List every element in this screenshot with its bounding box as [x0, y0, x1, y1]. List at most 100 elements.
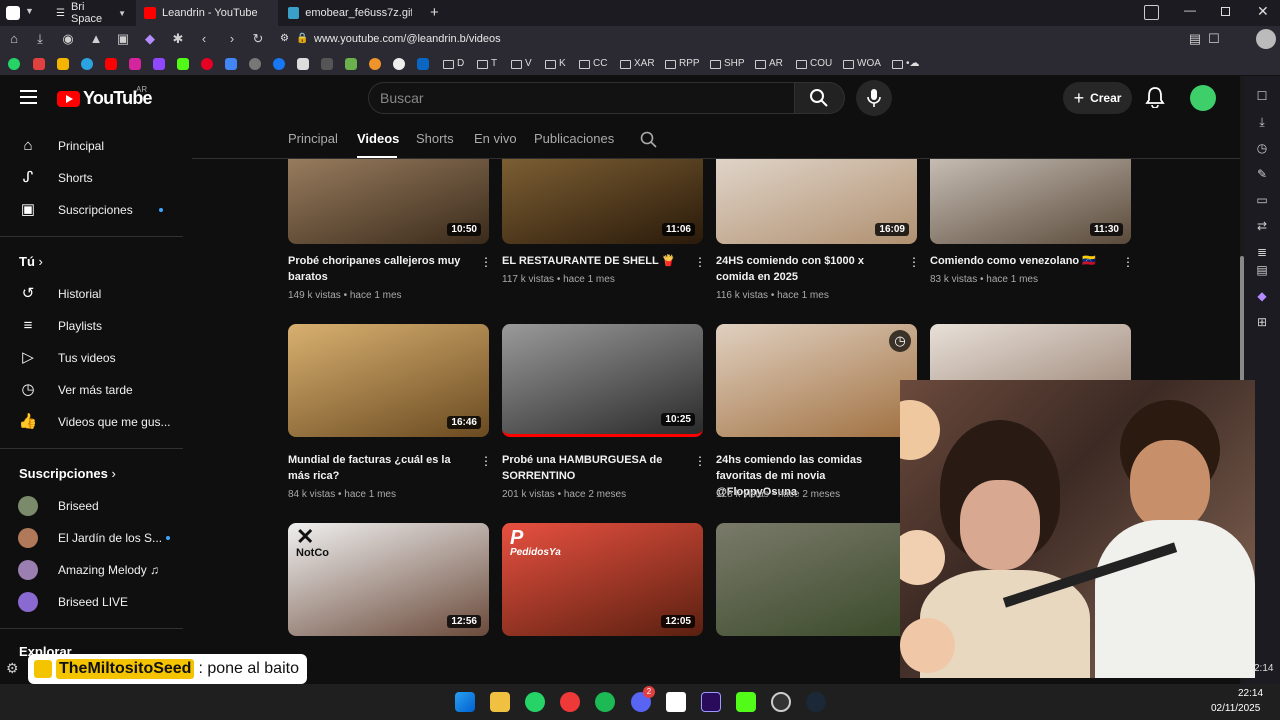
video-thumbnail[interactable]: 11:30: [930, 159, 1131, 244]
mail-panel-icon[interactable]: ▤: [1254, 262, 1270, 278]
tab-youtube[interactable]: Leandrin - YouTube: [136, 0, 278, 26]
steam-icon[interactable]: [806, 692, 826, 712]
obs-icon[interactable]: [771, 692, 791, 712]
more-options-icon[interactable]: ⋮: [908, 255, 920, 269]
bookmark-more[interactable]: •☁: [892, 56, 920, 72]
home-icon[interactable]: ⌂: [6, 31, 22, 47]
close-window-icon[interactable]: ✕: [1257, 3, 1269, 20]
extension-icon[interactable]: ▲: [88, 31, 104, 47]
vivaldi-icon[interactable]: [6, 6, 20, 20]
kick-icon[interactable]: [736, 692, 756, 712]
video-thumbnail[interactable]: ✕ NotCo 12:56: [288, 523, 489, 636]
windows-start-icon[interactable]: [455, 692, 475, 712]
tab-en-vivo[interactable]: En vivo: [474, 131, 517, 146]
premiere-icon[interactable]: [701, 692, 721, 712]
extension-icon[interactable]: ◉: [60, 31, 76, 47]
sidebar-item-principal[interactable]: ⌂ Principal: [18, 130, 178, 162]
tab-principal[interactable]: Principal: [288, 131, 338, 146]
watch-later-icon[interactable]: ◷: [889, 330, 911, 352]
new-tab-icon[interactable]: +: [430, 4, 439, 21]
search-button[interactable]: [795, 82, 845, 114]
bookmark-icon[interactable]: ☐: [1206, 31, 1222, 47]
bookmark-folder-ar[interactable]: AR: [755, 56, 783, 72]
history-panel-icon[interactable]: ◷: [1254, 140, 1270, 156]
facebook-bookmark[interactable]: [273, 56, 285, 72]
twitch-bookmark[interactable]: [153, 56, 165, 72]
kick-bookmark[interactable]: [177, 56, 189, 72]
translate-panel-icon[interactable]: ⇄: [1254, 218, 1270, 234]
whatsapp-icon[interactable]: [525, 692, 545, 712]
webpanel-icon[interactable]: ◆: [1254, 288, 1270, 304]
more-options-icon[interactable]: ⋮: [480, 454, 492, 468]
discord-icon[interactable]: 2: [631, 686, 655, 712]
bookmark-folder-k[interactable]: K: [545, 56, 566, 72]
bookmark-folder-xar[interactable]: XAR: [620, 56, 655, 72]
account-avatar[interactable]: [1190, 85, 1216, 111]
video-title[interactable]: EL RESTAURANTE DE SHELL 🍟: [502, 253, 682, 269]
reload-icon[interactable]: ↻: [250, 31, 266, 47]
bookmark-folder-t[interactable]: T: [477, 56, 497, 72]
notion-icon[interactable]: [666, 692, 686, 712]
whatsapp-bookmark[interactable]: [8, 56, 20, 72]
download-panel-icon[interactable]: ⤓: [1254, 114, 1270, 130]
file-explorer-icon[interactable]: [490, 692, 510, 712]
bookmark-item[interactable]: [345, 56, 357, 72]
video-thumbnail[interactable]: P PedidosYa 12:05: [502, 523, 703, 636]
puzzle-icon[interactable]: ✱: [170, 31, 186, 47]
back-icon[interactable]: ‹: [196, 31, 212, 47]
tab-publicaciones[interactable]: Publicaciones: [534, 131, 614, 146]
bookmark-folder-woa[interactable]: WOA: [843, 56, 881, 72]
bookmark-item[interactable]: [393, 56, 405, 72]
extension-icon[interactable]: ▣: [115, 31, 131, 47]
video-title[interactable]: 24HS comiendo con $1000 x comida en 2025: [716, 253, 896, 285]
pinterest-bookmark[interactable]: [201, 56, 213, 72]
tab-videos[interactable]: Videos: [357, 131, 399, 146]
bookmark-folder-d[interactable]: D: [443, 56, 464, 72]
instagram-bookmark[interactable]: [129, 56, 141, 72]
extension-icon[interactable]: ◆: [142, 31, 158, 47]
more-options-icon[interactable]: ⋮: [694, 454, 706, 468]
translate-bookmark[interactable]: [225, 56, 237, 72]
bookmark-folder-rpp[interactable]: RPP: [665, 56, 700, 72]
video-thumbnail[interactable]: 16:46: [288, 324, 489, 437]
search-input[interactable]: Buscar: [368, 82, 795, 114]
voice-search-button[interactable]: [856, 80, 892, 116]
tab-gif[interactable]: emobear_fe6uss7z.gif (300×: [280, 0, 420, 26]
video-title[interactable]: Probé una HAMBURGUESA de SORRENTINO: [502, 452, 682, 484]
gmail-bookmark[interactable]: [33, 56, 45, 72]
create-button[interactable]: + Crear: [1063, 82, 1132, 114]
video-thumbnail[interactable]: [716, 523, 917, 636]
tab-shorts[interactable]: Shorts: [416, 131, 454, 146]
minimize-icon[interactable]: —: [1184, 3, 1196, 17]
notes-panel-icon[interactable]: ✎: [1254, 166, 1270, 182]
video-title[interactable]: Comiendo como venezolano 🇻🇪: [930, 253, 1110, 269]
bookmark-item[interactable]: [297, 56, 309, 72]
bookmark-item[interactable]: [417, 56, 429, 72]
more-options-icon[interactable]: ⋮: [480, 255, 492, 269]
forward-icon[interactable]: ›: [224, 31, 240, 47]
maximize-icon[interactable]: [1221, 7, 1230, 16]
settings-gear-icon[interactable]: ⚙: [6, 660, 19, 677]
bookmark-panel-icon[interactable]: ☐: [1254, 88, 1270, 104]
address-bar[interactable]: ⚙ 🔒 www.youtube.com/@leandrin.b/videos: [280, 30, 1175, 48]
chevron-down-icon[interactable]: ▼: [25, 6, 34, 16]
more-options-icon[interactable]: ⋮: [1122, 255, 1134, 269]
workspace-selector[interactable]: ☰ Bri Space ▼: [48, 0, 134, 26]
video-title[interactable]: Probé choripanes callejeros muy baratos: [288, 253, 468, 285]
drive-bookmark[interactable]: [57, 56, 69, 72]
video-thumbnail[interactable]: ◷: [716, 324, 917, 437]
youtube-bookmark[interactable]: [105, 56, 117, 72]
window-panel-icon[interactable]: ▭: [1254, 192, 1270, 208]
spotify-icon[interactable]: [595, 692, 615, 712]
bookmark-folder-shp[interactable]: SHP: [710, 56, 745, 72]
tab-list-icon[interactable]: [1144, 5, 1159, 20]
settings-bookmark[interactable]: [249, 56, 261, 72]
video-thumbnail[interactable]: 10:50: [288, 159, 489, 244]
video-thumbnail[interactable]: 10:25: [502, 324, 703, 437]
vivaldi-icon[interactable]: [560, 692, 580, 712]
bookmark-folder-cc[interactable]: CC: [579, 56, 607, 72]
site-info-icon[interactable]: ⚙: [280, 30, 289, 48]
video-thumbnail[interactable]: 16:09: [716, 159, 917, 244]
add-panel-icon[interactable]: ⊞: [1254, 314, 1270, 330]
video-thumbnail[interactable]: 11:06: [502, 159, 703, 244]
